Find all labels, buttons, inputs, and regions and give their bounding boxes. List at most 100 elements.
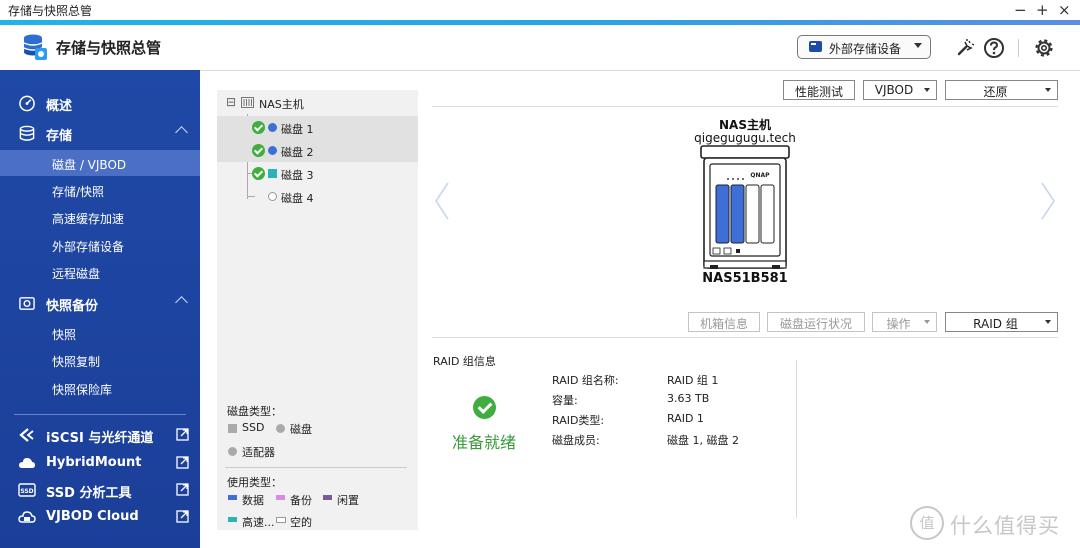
window-title: 存储与快照总管 — [8, 4, 93, 18]
tree-disk-1[interactable]: 磁盘 1 — [217, 116, 418, 139]
tree-disk-label: 磁盘 4 — [281, 192, 314, 205]
legend-hdd-label: 磁盘 — [290, 423, 312, 436]
sidebar-sub-label: 高速缓存加速 — [52, 212, 125, 226]
app-logo-icon — [23, 34, 47, 60]
sidebar-overview-label: 概述 — [46, 99, 73, 114]
sidebar-item-vjbod-cloud[interactable]: VJBOD Cloud — [0, 504, 200, 530]
tree-root-nas[interactable]: ⊟ NAS主机 — [217, 91, 418, 114]
vjbod-label: VJBOD — [874, 83, 914, 97]
enclosure-info-label: 机箱信息 — [699, 317, 748, 331]
status-ok-icon — [252, 167, 265, 180]
divider — [796, 360, 797, 518]
legend-empty-label: 空的 — [290, 516, 312, 529]
sidebar-item-cache-acceleration[interactable]: 高速缓存加速 — [0, 204, 200, 230]
gear-icon[interactable] — [1033, 37, 1055, 59]
sidebar-item-storage-snapshot[interactable]: 存储/快照 — [0, 177, 200, 203]
sidebar-item-external-storage[interactable]: 外部存储设备 — [0, 232, 200, 258]
wrench-icon[interactable] — [954, 37, 976, 59]
storage-device-icon — [809, 41, 822, 52]
sidebar-item-ssd-profiling[interactable]: SSD SSD 分析工具 — [0, 477, 200, 503]
raid-group-select-label: RAID 组 — [973, 317, 1018, 331]
collapse-icon[interactable]: ⊟ — [226, 95, 236, 109]
enclosure-info-button[interactable]: 机箱信息 — [688, 312, 760, 332]
chevron-left-icon[interactable] — [435, 182, 449, 220]
app-title: 存储与快照总管 — [56, 39, 162, 57]
chevron-down-icon — [914, 43, 922, 48]
restore-label: 还原 — [983, 85, 1008, 99]
sidebar-sub-label: 快照保险库 — [52, 383, 113, 397]
vjbod-dropdown[interactable]: VJBOD — [863, 80, 937, 100]
watermark: 值 什么值得买 — [910, 506, 1080, 542]
hdd-legend-swatch — [276, 424, 285, 433]
external-link-icon — [176, 456, 189, 469]
nas-device-image[interactable]: QNAP — [700, 145, 792, 269]
status-ok-icon — [252, 121, 265, 134]
raid-type-key: RAID类型: — [552, 414, 605, 427]
nas-icon — [241, 97, 254, 108]
external-device-button[interactable]: 外部存储设备 — [797, 35, 931, 59]
sidebar-item-snapshot-backup[interactable]: 快照备份 — [0, 290, 200, 316]
sidebar-item-storage[interactable]: 存储 — [0, 120, 200, 146]
chevron-right-icon[interactable] — [1041, 182, 1055, 220]
tree-root-label: NAS主机 — [259, 98, 304, 111]
sidebar-ext-label: VJBOD Cloud — [46, 509, 139, 524]
sidebar-item-disk-vjbod[interactable]: 磁盘 / VJBOD — [0, 150, 200, 176]
sidebar-item-iscsi[interactable]: iSCSI 与光纤通道 — [0, 422, 200, 448]
sidebar-item-snapshot-replica[interactable]: 快照复制 — [0, 347, 200, 373]
divider — [432, 337, 1058, 338]
chevron-down-icon — [924, 320, 930, 324]
adapter-legend-swatch — [228, 447, 237, 456]
sidebar-sub-label: 远程磁盘 — [52, 267, 101, 281]
sidebar-item-hybridmount[interactable]: HybridMount — [0, 450, 200, 476]
sidebar-item-snapshot[interactable]: 快照 — [0, 320, 200, 346]
sidebar-storage-label: 存储 — [46, 129, 73, 144]
sidebar-sub-label: 快照 — [52, 328, 77, 342]
sidebar-snapshot-backup-label: 快照备份 — [46, 299, 99, 314]
disk-type-legend-title: 磁盘类型： — [227, 405, 282, 418]
tree-disk-3[interactable]: 磁盘 3 — [217, 162, 418, 185]
sidebar-item-snapshot-vault[interactable]: 快照保险库 — [0, 375, 200, 401]
sidebar-sub-label: 快照复制 — [52, 355, 101, 369]
sidebar-item-overview[interactable]: 概述 — [0, 90, 200, 116]
legend-data-label: 数据 — [242, 494, 264, 507]
tree-disk-2[interactable]: 磁盘 2 — [217, 139, 418, 162]
database-icon — [19, 125, 35, 141]
nas-model: NAS51B581 — [702, 271, 788, 286]
operate-dropdown[interactable]: 操作 — [872, 312, 937, 332]
header-separator — [1018, 39, 1019, 57]
sidebar-item-remote-disk[interactable]: 远程磁盘 — [0, 259, 200, 285]
raid-group-dropdown[interactable]: RAID 组 — [945, 312, 1058, 332]
sidebar-sub-label: 存储/快照 — [52, 185, 105, 199]
tree-disk-label: 磁盘 3 — [281, 169, 314, 182]
maximize-button[interactable]: + — [1036, 0, 1049, 20]
iscsi-icon — [19, 428, 34, 442]
sidebar-ext-label: SSD 分析工具 — [46, 486, 132, 501]
nas-hostname: qigegugugu.tech — [694, 131, 796, 145]
raid-info-heading: RAID 组信息 — [433, 355, 496, 368]
vjbod-cloud-icon — [18, 511, 36, 523]
restore-dropdown[interactable]: 还原 — [945, 80, 1058, 100]
external-link-icon — [176, 483, 189, 496]
tree-disk-4[interactable]: 磁盘 4 — [217, 185, 418, 208]
watermark-badge: 值 — [910, 506, 944, 540]
close-button[interactable]: × — [1058, 0, 1071, 20]
ssd-legend-swatch — [228, 424, 237, 433]
raid-status-text: 准备就绪 — [452, 433, 517, 452]
sidebar-ext-label: iSCSI 与光纤通道 — [46, 431, 154, 446]
chevron-up-icon[interactable] — [175, 296, 188, 309]
status-ok-icon — [252, 144, 265, 157]
disk-health-button[interactable]: 磁盘运行状况 — [767, 312, 865, 332]
help-icon[interactable] — [983, 37, 1005, 59]
hdd-type-icon — [268, 146, 277, 155]
tree-disk-label: 磁盘 1 — [281, 123, 314, 136]
external-link-icon — [176, 428, 189, 441]
snapshot-icon — [19, 297, 35, 310]
perf-test-button[interactable]: 性能测试 — [783, 80, 855, 100]
legend-cache-label: 高速... — [242, 516, 275, 529]
perf-test-label: 性能测试 — [794, 85, 843, 99]
chevron-up-icon[interactable] — [175, 126, 188, 139]
minimize-button[interactable]: − — [1014, 0, 1027, 20]
backup-legend-swatch — [276, 495, 285, 500]
sidebar-sub-label: 磁盘 / VJBOD — [52, 158, 127, 172]
window-titlebar: 存储与快照总管 − + × — [0, 0, 1080, 20]
